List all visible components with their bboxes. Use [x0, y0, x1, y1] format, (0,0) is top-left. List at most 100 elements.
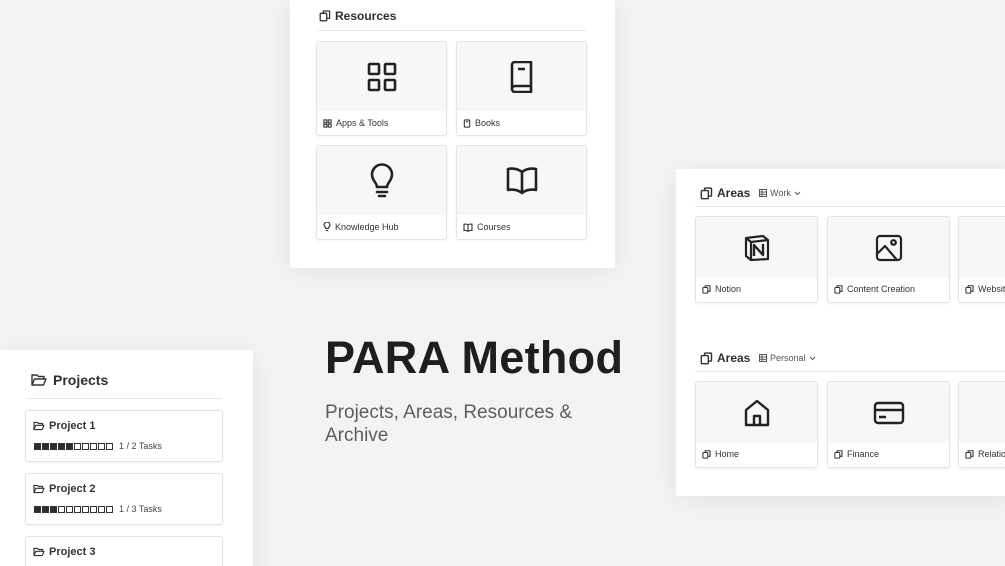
image-icon — [875, 234, 902, 261]
project-name: Project 1 — [33, 420, 95, 432]
area-card-finance[interactable]: Finance — [827, 381, 950, 468]
area-card-notion[interactable]: Notion — [695, 216, 818, 303]
progress-block-filled — [42, 505, 49, 513]
book-icon — [463, 118, 471, 128]
divider — [695, 371, 1005, 372]
card-label-text: Content Creation — [847, 284, 916, 294]
areas-panel: Areas Work Notion Content Creation Websi… — [676, 169, 1005, 496]
progress-block-filled — [50, 442, 57, 450]
progress-block-filled — [34, 442, 41, 450]
card-label: Courses — [463, 222, 582, 232]
area-card-home[interactable]: Home — [695, 381, 818, 468]
open-book-icon — [506, 166, 537, 194]
card-label: Home — [702, 449, 813, 459]
project-progress: 1 / 3 Tasks — [34, 504, 162, 514]
card-label-text: Relatio — [978, 449, 1005, 459]
card-cover — [959, 217, 1005, 278]
divider — [695, 206, 1005, 207]
progress-block-filled — [66, 442, 73, 450]
card-label: Content Creation — [834, 284, 945, 294]
divider — [317, 30, 586, 31]
copy-icon — [834, 449, 843, 459]
projects-panel: Projects Project 1 1 / 2 Tasks Project 2… — [0, 350, 253, 566]
copy-icon — [700, 186, 713, 199]
project-name: Project 3 — [33, 546, 95, 558]
progress-block-empty — [82, 442, 89, 450]
progress-block-empty — [98, 442, 105, 450]
progress-bar — [34, 442, 113, 450]
card-cover — [696, 217, 817, 278]
card-label-text: Finance — [847, 449, 880, 459]
resource-card-books[interactable]: Books — [456, 41, 587, 136]
card-label-text: Notion — [715, 284, 742, 294]
card-cover — [457, 42, 586, 111]
lightbulb-icon — [323, 222, 331, 232]
book-icon — [510, 60, 532, 93]
folder-open-icon — [31, 374, 47, 386]
progress-block-empty — [82, 505, 89, 513]
project-card-2[interactable]: Project 2 1 / 3 Tasks — [25, 473, 223, 525]
hero-title: PARA Method — [325, 332, 624, 383]
progress-block-filled — [42, 442, 49, 450]
project-name-text: Project 3 — [49, 546, 96, 558]
progress-bar — [34, 505, 113, 513]
area-card-relationships[interactable]: Relatio — [958, 381, 1005, 468]
credit-card-icon — [873, 401, 904, 424]
areas-personal-header[interactable]: Areas — [700, 351, 750, 365]
project-card-1[interactable]: Project 1 1 / 2 Tasks — [25, 410, 223, 462]
view-selector-label: Personal — [770, 353, 806, 363]
progress-block-empty — [106, 442, 113, 450]
progress-text: 1 / 2 Tasks — [119, 441, 162, 451]
lightbulb-icon — [370, 162, 393, 197]
card-cover — [828, 217, 949, 278]
card-label-text: Courses — [477, 222, 511, 232]
areas-title: Areas — [717, 351, 751, 365]
project-name-text: Project 1 — [49, 420, 96, 432]
view-selector-work[interactable]: Work — [759, 188, 801, 198]
copy-icon — [834, 284, 843, 294]
card-label: Notion — [702, 284, 813, 294]
copy-icon — [702, 284, 711, 294]
view-selector-personal[interactable]: Personal — [759, 353, 816, 363]
card-cover — [828, 382, 949, 443]
home-icon — [744, 399, 769, 426]
progress-block-filled — [58, 442, 65, 450]
copy-icon — [700, 351, 713, 364]
table-icon — [759, 189, 767, 197]
projects-header[interactable]: Projects — [31, 372, 108, 388]
area-card-website[interactable]: Websit — [958, 216, 1005, 303]
resources-header[interactable]: Resources — [319, 9, 396, 23]
copy-icon — [702, 449, 711, 459]
resource-card-knowledge-hub[interactable]: Knowledge Hub — [316, 145, 447, 240]
card-label-text: Websit — [978, 284, 1005, 294]
progress-block-empty — [74, 505, 81, 513]
project-name: Project 2 — [33, 483, 95, 495]
resources-panel: Resources Apps & Tools Books Knowledge H… — [290, 0, 615, 268]
area-card-content-creation[interactable]: Content Creation — [827, 216, 950, 303]
progress-text: 1 / 3 Tasks — [119, 504, 162, 514]
progress-block-filled — [50, 505, 57, 513]
progress-block-empty — [98, 505, 105, 513]
progress-block-empty — [66, 505, 73, 513]
card-label-text: Books — [475, 118, 501, 128]
resources-title: Resources — [335, 9, 397, 23]
project-card-3[interactable]: Project 3 — [25, 536, 223, 566]
project-progress: 1 / 2 Tasks — [34, 441, 162, 451]
folder-open-icon — [33, 547, 45, 557]
card-label: Websit — [965, 284, 1005, 294]
card-label: Finance — [834, 449, 945, 459]
card-label-text: Apps & Tools — [336, 118, 389, 128]
resource-card-courses[interactable]: Courses — [456, 145, 587, 240]
card-label: Relatio — [965, 449, 1005, 459]
copy-icon — [965, 449, 974, 459]
areas-work-header[interactable]: Areas — [700, 186, 750, 200]
card-label: Apps & Tools — [323, 118, 442, 128]
progress-block-empty — [74, 442, 81, 450]
project-name-text: Project 2 — [49, 483, 96, 495]
card-label-text: Home — [715, 449, 740, 459]
table-icon — [759, 354, 767, 362]
progress-block-empty — [90, 442, 97, 450]
resource-card-apps-tools[interactable]: Apps & Tools — [316, 41, 447, 136]
progress-block-empty — [58, 505, 65, 513]
chevron-down-icon — [809, 356, 815, 360]
